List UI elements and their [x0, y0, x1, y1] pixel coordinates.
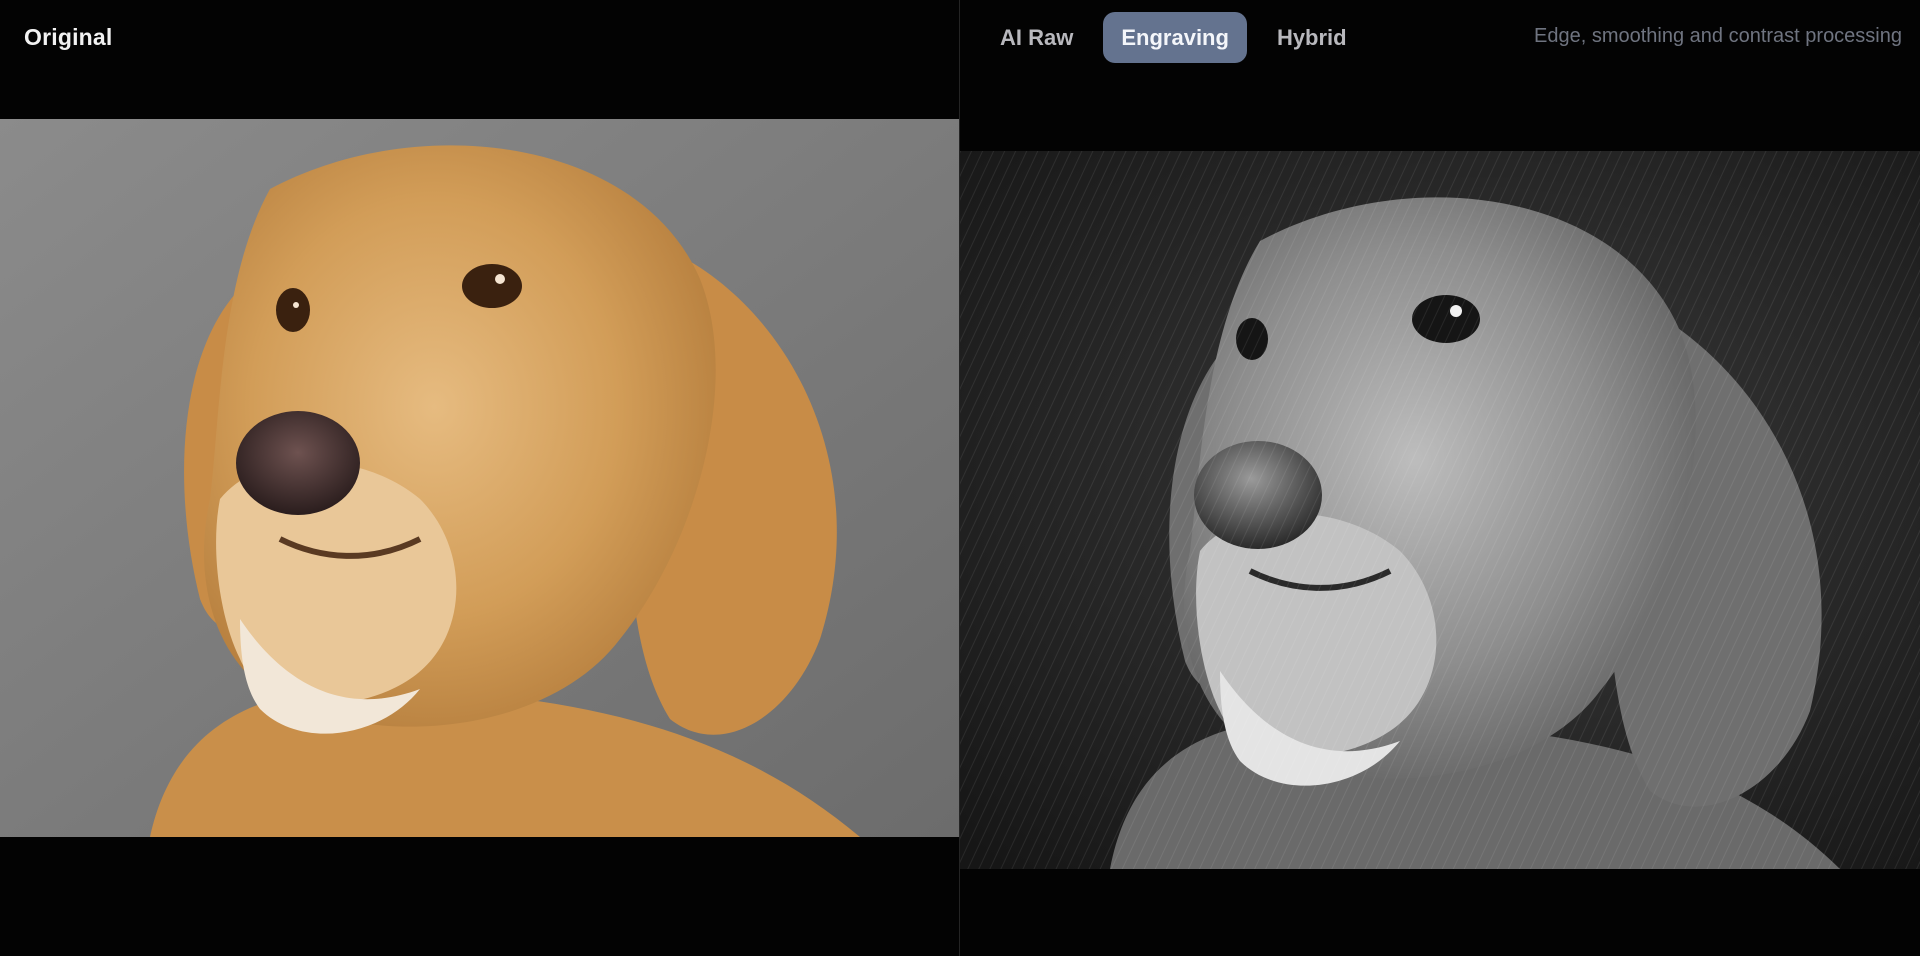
tab-ai-raw[interactable]: AI Raw — [982, 12, 1091, 63]
original-panel: Original — [0, 0, 959, 956]
tab-hybrid[interactable]: Hybrid — [1259, 12, 1365, 63]
engraving-image — [960, 151, 1920, 869]
mode-caption: Edge, smoothing and contrast processing — [1534, 25, 1902, 47]
processed-panel: AI Raw Engraving Hybrid Edge, smoothing … — [960, 0, 1920, 956]
original-title: Original — [24, 24, 113, 50]
golden-retriever-photo — [0, 119, 959, 837]
original-image — [0, 119, 959, 837]
mode-tabs: AI Raw Engraving Hybrid — [982, 12, 1365, 63]
tab-engraving[interactable]: Engraving — [1103, 12, 1247, 63]
engraved-dog-image — [960, 151, 1920, 869]
